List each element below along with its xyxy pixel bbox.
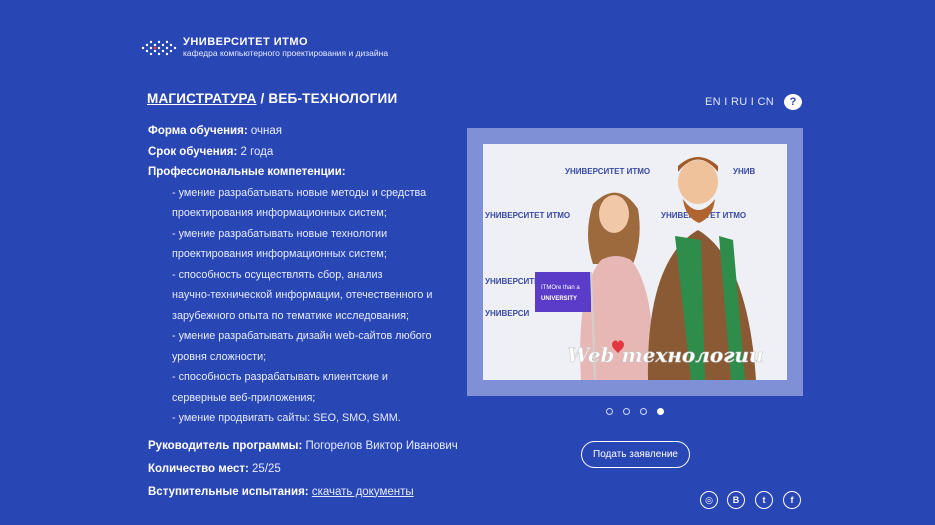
logo-title: УНИВЕРСИТЕТ ИТМО (183, 36, 309, 48)
competency-line: - умение разрабатывать новые технологии (172, 227, 388, 240)
carousel-dot-2[interactable] (623, 408, 630, 415)
carousel-dot-1[interactable] (606, 408, 613, 415)
places-row: Количество мест: 25/25 (148, 458, 468, 481)
photo-illustration: УНИВЕРСИТЕТ ИТМО УНИВ УНИВЕРСИТЕТ ИТМО У… (483, 144, 787, 380)
logo-subtitle: кафедра компьютерного проектирования и д… (183, 48, 389, 58)
apply-button[interactable]: Подать заявление (581, 441, 690, 468)
language-switcher[interactable]: EN I RU I CN (705, 96, 774, 108)
breadcrumb-masters-link[interactable]: МАГИСТРАТУРА (147, 91, 257, 106)
study-form-label: Форма обучения: (148, 125, 248, 137)
instagram-icon[interactable]: ◎ (700, 491, 718, 509)
competency-line: уровня сложности; (172, 350, 267, 363)
places-value: 25/25 (248, 462, 281, 475)
header-logo[interactable]: УНИВЕРСИТЕТ ИТМО кафедра компьютерного п… (140, 36, 388, 59)
program-head-value: Погорелов Виктор Иванович (302, 439, 458, 452)
study-term-value: 2 года (237, 145, 274, 158)
competency-line: - способность разрабатывать клиентские и (172, 371, 388, 383)
competency-line: - умение разрабатывать дизайн web-сайтов… (172, 330, 432, 342)
facebook-icon[interactable]: f (783, 491, 801, 509)
competencies-label: Профессиональные компетенции: (148, 166, 346, 178)
competency-line: научно-технической информации, отечестве… (172, 289, 433, 301)
banner-text: УНИВ (733, 167, 756, 176)
competency-line: - способность осуществлять сбор, анализ (172, 268, 383, 281)
program-head-row: Руководитель программы: Погорелов Виктор… (148, 435, 468, 458)
page-title: МАГИСТРАТУРА / ВЕБ-ТЕХНОЛОГИИ (147, 91, 397, 106)
vk-icon[interactable]: В (727, 491, 745, 509)
twitter-icon[interactable]: t (755, 491, 773, 509)
exams-row: Вступительные испытания: скачать докумен… (148, 481, 468, 504)
competencies-list: - умение разрабатывать новые методы и ср… (148, 183, 468, 429)
program-head-label: Руководитель программы: (148, 439, 303, 452)
itmo-logo-icon (141, 40, 177, 55)
download-documents-link[interactable]: скачать документы (312, 486, 414, 498)
program-info: Форма обучения: очная Срок обучения: 2 г… (148, 121, 468, 504)
competency-line: серверные веб-приложения; (172, 391, 316, 404)
breadcrumb-separator: / (256, 91, 269, 106)
help-icon[interactable]: ? (784, 94, 802, 110)
carousel-dot-3[interactable] (640, 408, 647, 415)
study-form-row: Форма обучения: очная (148, 121, 468, 142)
flag-text: UNIVERSITY (541, 296, 577, 302)
competency-line: проектирования информационных систем; (172, 248, 387, 260)
competency-line: проектирования информационных систем; (172, 207, 387, 219)
study-term-label: Срок обучения: (148, 145, 238, 158)
photo-carousel-frame: УНИВЕРСИТЕТ ИТМО УНИВ УНИВЕРСИТЕТ ИТМО У… (467, 128, 803, 396)
places-label: Количество мест: (148, 462, 249, 475)
exams-label: Вступительные испытания: (148, 485, 309, 498)
competencies-heading: Профессиональные компетенции: (148, 162, 468, 183)
banner-text: УНИВЕРСИТЕТ ИТМО (565, 167, 650, 176)
breadcrumb-current: ВЕБ-ТЕХНОЛОГИИ (268, 91, 398, 106)
flag-text: ITMOre than a (541, 285, 580, 291)
competency-line: зарубежного опыта по тематике исследован… (172, 309, 409, 322)
study-form-value: очная (247, 125, 282, 137)
competency-line: - умение продвигать сайты: SEO, SMO, SMM… (172, 412, 401, 424)
carousel-photo[interactable]: УНИВЕРСИТЕТ ИТМО УНИВ УНИВЕРСИТЕТ ИТМО У… (483, 144, 787, 380)
competency-line: - умение разрабатывать новые методы и ср… (172, 186, 427, 199)
study-term-row: Срок обучения: 2 года (148, 142, 468, 163)
banner-text: УНИВЕРСИТЕТ ИТМО (485, 211, 570, 220)
carousel-dot-4[interactable] (657, 408, 664, 415)
carousel-indicators (606, 408, 664, 415)
web-technologies-sign: Web технологии (567, 343, 764, 367)
banner-text: УНИВЕРСИ (485, 309, 530, 318)
